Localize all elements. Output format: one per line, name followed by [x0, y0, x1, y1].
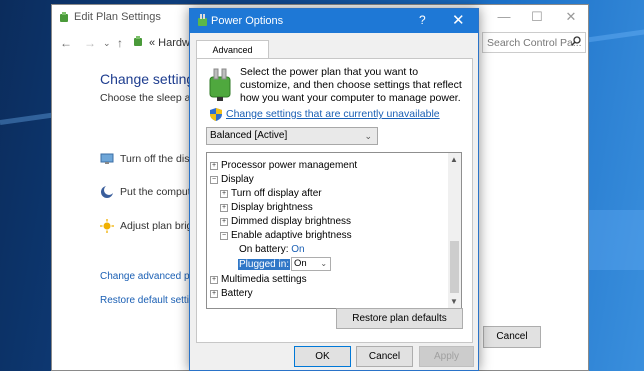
- intro-text: Select the power plan that you want to c…: [240, 66, 462, 104]
- power-plan-icon: [58, 11, 70, 26]
- tree-item-display-brightness[interactable]: + Display brightness: [220, 202, 313, 213]
- expand-icon[interactable]: +: [220, 190, 228, 198]
- expand-icon[interactable]: +: [220, 218, 228, 226]
- sun-icon: [100, 219, 114, 233]
- minimize-icon[interactable]: —: [494, 9, 514, 24]
- forward-arrow-icon[interactable]: →: [84, 36, 96, 50]
- scroll-down-icon[interactable]: ▼: [450, 297, 458, 306]
- plugged-in-value: On: [294, 258, 307, 269]
- expand-icon[interactable]: +: [220, 204, 228, 212]
- cancel-button[interactable]: Cancel: [483, 326, 541, 348]
- close-button[interactable]: ✕: [452, 11, 465, 29]
- tree-item-multimedia[interactable]: + Multimedia settings: [210, 274, 307, 285]
- tree-item-processor[interactable]: + Processor power management: [210, 160, 357, 171]
- search-icon[interactable]: [571, 36, 581, 49]
- cancel-button[interactable]: Cancel: [356, 346, 413, 367]
- plan-select[interactable]: Balanced [Active] ⌄: [206, 127, 378, 145]
- change-unavailable-settings-link[interactable]: Change settings that are currently unava…: [226, 108, 440, 120]
- recent-dropdown-icon[interactable]: ⌄: [103, 38, 111, 49]
- plugged-in-label: Plugged in:: [238, 258, 291, 270]
- shield-icon: [210, 108, 222, 124]
- setting-row-brightness: Adjust plan bright: [100, 219, 201, 233]
- page-subtitle: Choose the sleep and: [100, 92, 203, 104]
- tree-item-label: Battery: [221, 288, 253, 299]
- scrollbar-thumb[interactable]: [450, 241, 459, 293]
- tab-advanced-settings[interactable]: Advanced settings: [196, 40, 269, 73]
- tree-item-battery[interactable]: + Battery: [210, 288, 253, 299]
- setting-row-display: Turn off the displa: [100, 152, 203, 166]
- settings-tree[interactable]: + Processor power management − Display + Tu…: [206, 152, 462, 309]
- help-button[interactable]: ?: [419, 13, 426, 27]
- tree-item-on-battery[interactable]: On battery: On: [239, 244, 305, 255]
- chevron-down-icon: ⌄: [364, 131, 372, 141]
- back-arrow-icon[interactable]: ←: [60, 36, 72, 50]
- dialog-title: Power Options: [211, 15, 284, 27]
- on-battery-label: On battery:: [239, 244, 289, 255]
- page-title: Change settings: [100, 71, 202, 87]
- control-panel-icon: [132, 35, 144, 50]
- setting-label: Put the computer: [120, 185, 200, 198]
- vertical-scrollbar[interactable]: ▲ ▼: [448, 153, 461, 308]
- collapse-icon[interactable]: −: [210, 176, 218, 184]
- tree-item-label: Enable adaptive brightness: [231, 230, 352, 241]
- tree-item-adaptive-brightness[interactable]: − Enable adaptive brightness: [220, 230, 352, 241]
- setting-row-sleep: Put the computer: [100, 185, 200, 199]
- dialog-title-bar[interactable]: Power Options ? ✕: [190, 9, 478, 33]
- up-arrow-icon[interactable]: ↑: [117, 36, 123, 50]
- chevron-down-icon: ⌄: [320, 259, 328, 268]
- maximize-icon[interactable]: ☐: [527, 9, 547, 25]
- expand-icon[interactable]: +: [210, 276, 218, 284]
- search-placeholder: Search Control Pa...: [487, 37, 582, 49]
- change-advanced-link[interactable]: Change advanced pov: [100, 271, 200, 282]
- expand-icon[interactable]: +: [210, 290, 218, 298]
- tree-item-label: Display: [221, 174, 254, 185]
- tree-item-label: Processor power management: [221, 160, 358, 171]
- monitor-icon: [100, 152, 114, 166]
- on-battery-value[interactable]: On: [291, 244, 304, 255]
- close-icon[interactable]: ✕: [561, 9, 581, 25]
- tree-item-plugged-in[interactable]: Plugged in: On ⌄: [238, 257, 332, 271]
- tree-item-label: Multimedia settings: [221, 274, 307, 285]
- tree-item-label: Dimmed display brightness: [231, 216, 352, 227]
- tree-item-turn-off-display[interactable]: + Turn off display after: [220, 188, 322, 199]
- plugged-in-select[interactable]: On ⌄: [291, 257, 332, 271]
- tree-item-label: Display brightness: [231, 202, 313, 213]
- window-title: Edit Plan Settings: [74, 11, 161, 23]
- search-input[interactable]: Search Control Pa...: [482, 32, 586, 53]
- tree-item-dimmed-brightness[interactable]: + Dimmed display brightness: [220, 216, 351, 227]
- moon-icon: [100, 185, 114, 199]
- power-options-dialog: Power Options ? ✕ Advanced settings Sele…: [189, 8, 479, 371]
- apply-button[interactable]: Apply: [419, 346, 474, 367]
- scroll-up-icon[interactable]: ▲: [450, 155, 458, 164]
- ok-button[interactable]: OK: [294, 346, 351, 367]
- expand-icon[interactable]: +: [210, 162, 218, 170]
- collapse-icon[interactable]: −: [220, 232, 228, 240]
- tree-item-display[interactable]: − Display: [210, 174, 254, 185]
- power-options-icon: [197, 14, 208, 30]
- power-plug-icon: [206, 67, 234, 104]
- restore-plan-defaults-button[interactable]: Restore plan defaults: [336, 308, 463, 329]
- restore-defaults-link[interactable]: Restore default setting: [100, 295, 200, 306]
- tree-item-label: Turn off display after: [231, 188, 322, 199]
- plan-select-value: Balanced [Active]: [210, 130, 288, 141]
